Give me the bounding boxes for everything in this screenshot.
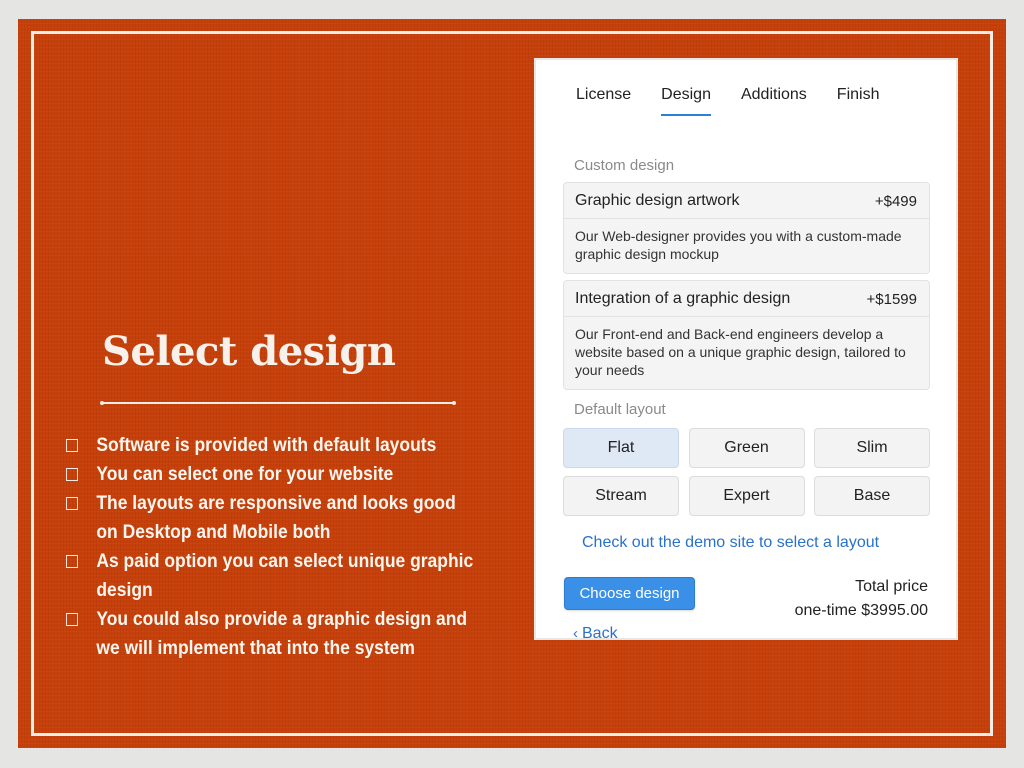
chevron-left-icon: ‹ xyxy=(573,625,578,642)
layout-green-button[interactable]: Green xyxy=(688,428,805,468)
checkbox-square-icon xyxy=(66,439,78,452)
card-description: Our Web-designer provides you with a cus… xyxy=(575,228,902,262)
card-title: Graphic design artwork xyxy=(575,192,740,209)
tab-design[interactable]: Design xyxy=(661,86,711,116)
layout-slim-button[interactable]: Slim xyxy=(814,428,930,468)
bullet-item: The layouts are responsive and looks goo… xyxy=(66,489,480,547)
slide: Select design Software is provided with … xyxy=(18,19,1006,748)
layout-base-button[interactable]: Base xyxy=(814,476,930,516)
card-price: +$1599 xyxy=(866,290,917,308)
layout-options: Flat Green Slim Stream Expert Base xyxy=(563,428,930,516)
back-link[interactable]: ‹ Back xyxy=(573,625,618,643)
bullet-item: You could also provide a graphic design … xyxy=(66,605,480,663)
tab-additions[interactable]: Additions xyxy=(741,86,807,116)
total-price-label: Total price xyxy=(855,578,928,595)
graphic-design-integration-card[interactable]: Integration of a graphic design +$1599 O… xyxy=(563,280,930,390)
checkbox-square-icon xyxy=(66,497,78,510)
tab-finish[interactable]: Finish xyxy=(837,86,880,116)
bullet-item: As paid option you can select unique gra… xyxy=(66,547,480,605)
checkbox-square-icon xyxy=(66,555,78,568)
checkbox-square-icon xyxy=(66,468,78,481)
total-price-value: one-time $3995.00 xyxy=(794,602,928,619)
bullet-list: Software is provided with default layout… xyxy=(66,431,516,663)
card-description: Our Front-end and Back-end engineers dev… xyxy=(575,326,906,378)
bullet-text: Software is provided with default layout… xyxy=(96,435,437,456)
card-header: Integration of a graphic design +$1599 xyxy=(564,281,929,317)
bullet-text: You could also provide a graphic design … xyxy=(96,609,468,659)
choose-design-button[interactable]: Choose design xyxy=(564,577,695,610)
layout-stream-button[interactable]: Stream xyxy=(563,476,679,516)
custom-design-label: Custom design xyxy=(574,157,675,174)
bullet-item: You can select one for your website xyxy=(66,460,480,489)
bullet-text: The layouts are responsive and looks goo… xyxy=(96,493,456,543)
bullet-text: As paid option you can select unique gra… xyxy=(96,551,474,601)
default-layout-label: Default layout xyxy=(574,401,666,418)
graphic-design-artwork-card[interactable]: Graphic design artwork +$499 Our Web-des… xyxy=(563,182,930,274)
demo-site-link[interactable]: Check out the demo site to select a layo… xyxy=(582,534,879,552)
tab-license[interactable]: License xyxy=(576,86,631,116)
checkbox-square-icon xyxy=(66,613,78,626)
title-divider xyxy=(100,401,456,405)
layout-flat-button[interactable]: Flat xyxy=(563,428,679,468)
bullet-text: You can select one for your website xyxy=(96,464,394,485)
design-panel: License Design Additions Finish Custom d… xyxy=(534,58,958,643)
layout-expert-button[interactable]: Expert xyxy=(688,476,805,516)
back-link-label: Back xyxy=(582,625,618,642)
bullet-item: Software is provided with default layout… xyxy=(66,431,480,460)
wizard-tabs: License Design Additions Finish xyxy=(576,86,909,116)
slide-title: Select design xyxy=(102,328,396,375)
card-title: Integration of a graphic design xyxy=(575,290,791,307)
card-price: +$499 xyxy=(874,192,917,210)
card-header: Graphic design artwork +$499 xyxy=(564,183,929,219)
total-price: Total price one-time $3995.00 xyxy=(795,575,928,623)
